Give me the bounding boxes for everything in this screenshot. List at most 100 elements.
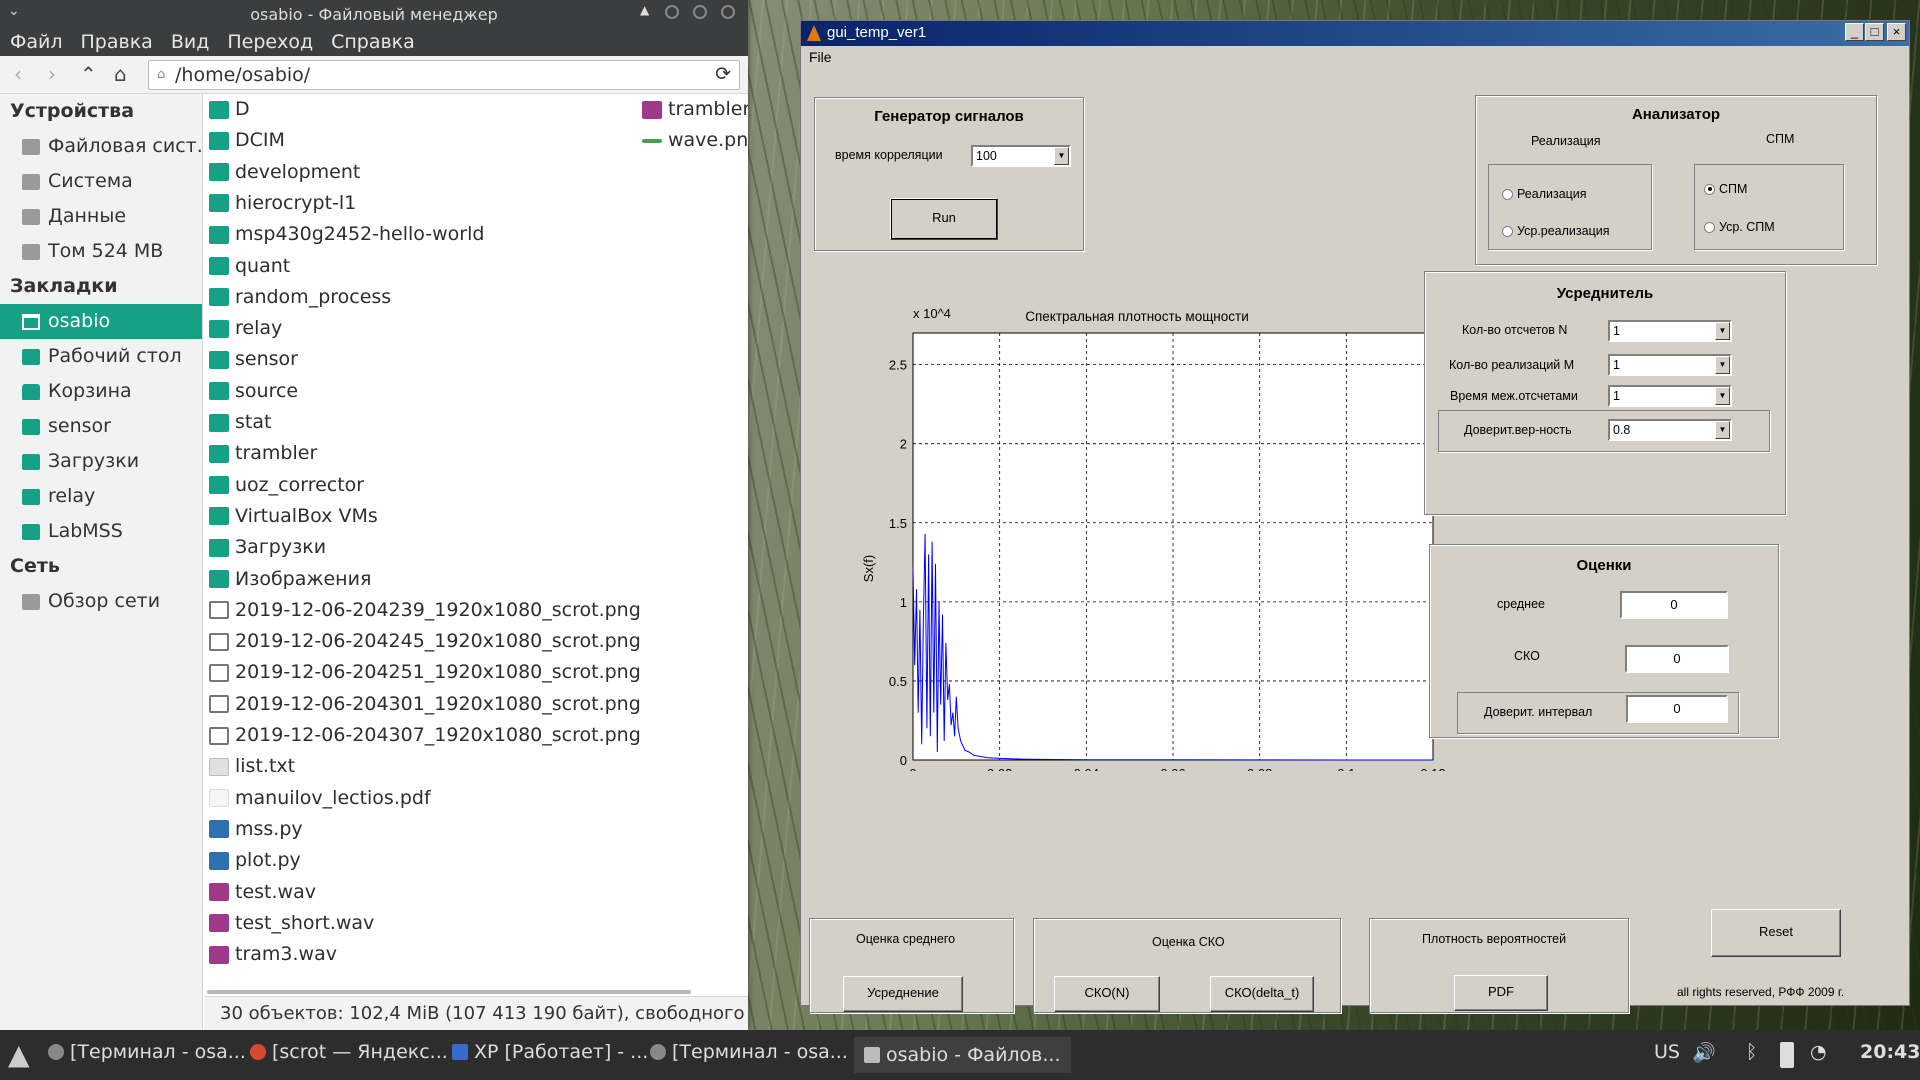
file-item[interactable]: 2019-12-06-204301_1920x1080_scrot.png bbox=[209, 689, 641, 720]
psd-radio[interactable]: СПМ bbox=[1704, 182, 1747, 196]
file-item[interactable]: stat bbox=[209, 407, 271, 438]
file-item[interactable]: Загрузки bbox=[209, 532, 326, 563]
menu-help[interactable]: Справка bbox=[331, 31, 415, 53]
sidebar-item-downloads[interactable]: Загрузки bbox=[0, 444, 202, 479]
ci-field[interactable]: 0 bbox=[1626, 695, 1728, 723]
averaging-button[interactable]: Усреднение bbox=[843, 976, 963, 1012]
avg-realization-radio[interactable]: Уср.реализация bbox=[1502, 224, 1610, 238]
up-icon[interactable]: ⌃ bbox=[80, 62, 97, 86]
file-item[interactable]: uoz_corrector bbox=[209, 470, 364, 501]
file-item[interactable]: test_short.wav bbox=[209, 908, 374, 939]
file-item[interactable]: trambler bbox=[642, 94, 748, 125]
file-item[interactable]: source bbox=[209, 376, 298, 407]
file-item[interactable]: trambler bbox=[209, 438, 317, 469]
close-button[interactable]: × bbox=[1887, 23, 1906, 41]
task-filemanager[interactable]: osabio - Файлов... bbox=[854, 1037, 1071, 1073]
file-item[interactable]: DCIM bbox=[209, 125, 285, 156]
task-terminal-1[interactable]: [Терминал - osa... bbox=[48, 1041, 246, 1063]
fm-titlebar[interactable]: ⌄ osabio - Файловый менеджер ▲ bbox=[0, 0, 748, 28]
sidebar-item-filesystem[interactable]: Файловая сист... bbox=[0, 129, 202, 164]
avg-psd-radio[interactable]: Уср. СПМ bbox=[1704, 220, 1775, 234]
close-button[interactable] bbox=[721, 5, 735, 19]
file-item[interactable]: list.txt bbox=[209, 751, 295, 782]
pdf-button[interactable]: PDF bbox=[1454, 975, 1548, 1011]
file-item[interactable]: plot.py bbox=[209, 845, 301, 876]
file-item[interactable]: relay bbox=[209, 313, 282, 344]
file-item[interactable]: msp430g2452-hello-world bbox=[209, 219, 484, 250]
file-item[interactable]: Изображения bbox=[209, 564, 371, 595]
sko-field[interactable]: 0 bbox=[1625, 645, 1729, 673]
sidebar-item-desktop[interactable]: Рабочий стол bbox=[0, 339, 202, 374]
sidebar-item-labmss[interactable]: LabMSS bbox=[0, 514, 202, 549]
y-tick-label: 0.5 bbox=[889, 674, 907, 689]
keyboard-layout[interactable]: US bbox=[1654, 1041, 1680, 1063]
sidebar-item-sensor[interactable]: sensor bbox=[0, 409, 202, 444]
menu-view[interactable]: Вид bbox=[171, 31, 210, 53]
menu-go[interactable]: Переход bbox=[227, 31, 313, 53]
sidebar-item-data[interactable]: Данные bbox=[0, 199, 202, 234]
folder-icon bbox=[209, 100, 229, 119]
sko-n-button[interactable]: СКО(N) bbox=[1054, 976, 1160, 1012]
horizontal-scrollbar[interactable] bbox=[207, 990, 691, 994]
m-label: Кол-во реализаций M bbox=[1449, 358, 1575, 372]
task-terminal-2[interactable]: [Терминал - osa... bbox=[650, 1041, 848, 1063]
menu-file[interactable]: File bbox=[809, 49, 832, 65]
file-item[interactable]: 2019-12-06-204245_1920x1080_scrot.png bbox=[209, 626, 641, 657]
menu-edit[interactable]: Правка bbox=[81, 31, 153, 53]
reload-icon[interactable]: ⟳ bbox=[715, 63, 731, 85]
sidebar-item-volume[interactable]: Том 524 MB bbox=[0, 234, 202, 269]
file-item[interactable]: VirtualBox VMs bbox=[209, 501, 378, 532]
sidebar-item-system[interactable]: Система bbox=[0, 164, 202, 199]
file-item[interactable]: manuilov_lectios.pdf bbox=[209, 783, 431, 814]
estimates-title: Оценки bbox=[1576, 557, 1632, 574]
file-item[interactable]: D bbox=[209, 94, 250, 125]
volume-icon[interactable]: 🔊 bbox=[1692, 1041, 1716, 1064]
correlation-select[interactable]: 100 ▼ bbox=[971, 145, 1071, 167]
p-select[interactable]: 0.8 ▼ bbox=[1608, 419, 1732, 441]
location-text[interactable]: /home/osabio/ bbox=[175, 64, 310, 86]
run-button[interactable]: Run bbox=[890, 198, 998, 240]
file-item[interactable]: 2019-12-06-204239_1920x1080_scrot.png bbox=[209, 595, 641, 626]
wifi-icon[interactable]: ◔ bbox=[1810, 1041, 1827, 1063]
back-icon[interactable]: ‹ bbox=[14, 62, 22, 86]
file-item[interactable]: hierocrypt-l1 bbox=[209, 188, 356, 219]
sidebar-item-browse-network[interactable]: Обзор сети bbox=[0, 584, 202, 619]
task-virtualbox[interactable]: XP [Работает] - ... bbox=[452, 1041, 648, 1063]
file-item[interactable]: tram3.wav bbox=[209, 939, 337, 970]
file-item[interactable]: 2019-12-06-204251_1920x1080_scrot.png bbox=[209, 657, 641, 688]
minimize-button[interactable] bbox=[665, 5, 679, 19]
file-item[interactable]: development bbox=[209, 157, 360, 188]
matlab-titlebar[interactable]: gui_temp_ver1 _ □ × bbox=[801, 21, 1909, 46]
sko-dt-button[interactable]: СКО(delta_t) bbox=[1210, 976, 1314, 1012]
m-select[interactable]: 1 ▼ bbox=[1608, 354, 1732, 376]
t-select[interactable]: 1 ▼ bbox=[1608, 385, 1732, 407]
n-select[interactable]: 1 ▼ bbox=[1608, 320, 1732, 342]
sidebar-item-relay[interactable]: relay bbox=[0, 479, 202, 514]
task-browser[interactable]: [scrot — Яндекс... bbox=[250, 1041, 448, 1063]
fm-up-icon[interactable]: ▲ bbox=[640, 3, 649, 17]
forward-icon[interactable]: › bbox=[48, 62, 56, 86]
start-menu-icon[interactable]: ▲ bbox=[8, 1038, 30, 1071]
reset-button[interactable]: Reset bbox=[1711, 909, 1841, 957]
file-name: VirtualBox VMs bbox=[235, 504, 378, 527]
file-item[interactable]: random_process bbox=[209, 282, 391, 313]
maximize-button[interactable] bbox=[693, 5, 707, 19]
bluetooth-icon[interactable]: ᛒ bbox=[1746, 1041, 1757, 1063]
file-name: list.txt bbox=[235, 755, 296, 778]
realization-radio[interactable]: Реализация bbox=[1502, 187, 1587, 201]
location-bar[interactable]: ⌂ /home/osabio/ ⟳ bbox=[148, 60, 740, 90]
file-item[interactable]: 2019-12-06-204307_1920x1080_scrot.png bbox=[209, 720, 641, 751]
file-item[interactable]: quant bbox=[209, 251, 290, 282]
mean-field[interactable]: 0 bbox=[1620, 591, 1728, 619]
minimize-button[interactable]: _ bbox=[1845, 23, 1864, 41]
file-item[interactable]: test.wav bbox=[209, 877, 316, 908]
battery-icon[interactable] bbox=[1780, 1042, 1794, 1068]
file-item[interactable]: mss.py bbox=[209, 814, 303, 845]
file-item[interactable]: wave.png bbox=[642, 125, 748, 156]
maximize-button[interactable]: □ bbox=[1865, 23, 1884, 41]
sidebar-item-home[interactable]: osabio bbox=[0, 304, 202, 339]
home-icon[interactable]: ⌂ bbox=[114, 62, 127, 86]
menu-file[interactable]: Файл bbox=[10, 31, 63, 53]
file-item[interactable]: sensor bbox=[209, 344, 298, 375]
sidebar-item-trash[interactable]: Корзина bbox=[0, 374, 202, 409]
